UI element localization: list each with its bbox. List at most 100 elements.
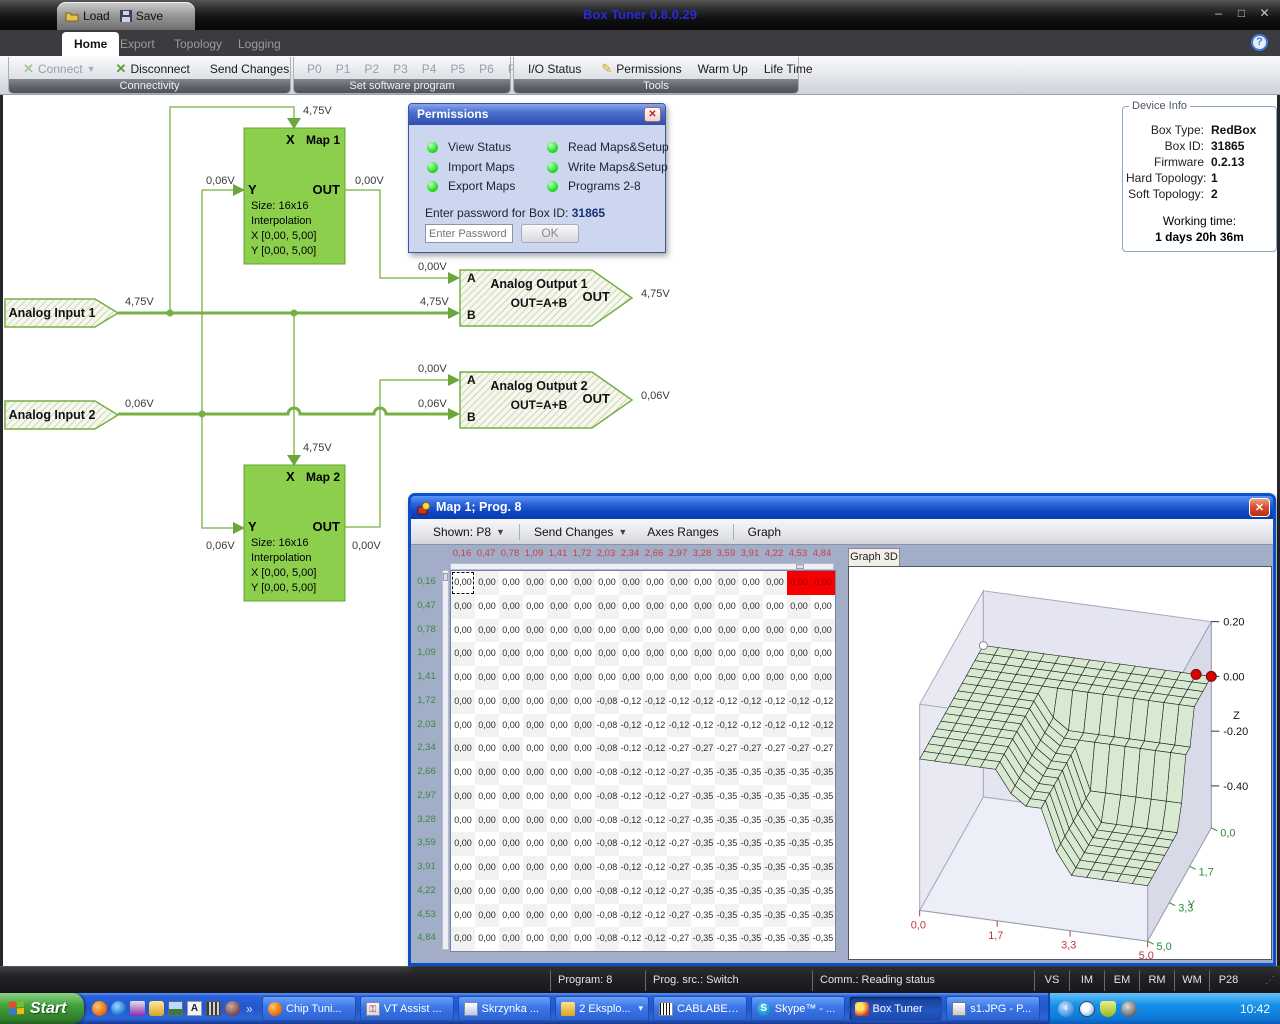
grid-cell[interactable]: 0,00 — [499, 880, 523, 904]
grid-col-header[interactable]: 4,84 — [810, 548, 834, 562]
grid-cell[interactable]: -0,12 — [619, 714, 643, 738]
map2-block[interactable]: X Map 2 Y OUT Size: 16x16 Interpolation … — [244, 465, 345, 601]
graph-3d-panel[interactable]: 0.200.00-0.20-0.40Z0,01,73,35,00,01,73,3… — [848, 566, 1272, 960]
grid-cell[interactable]: 0,00 — [763, 571, 787, 595]
grid-cell[interactable]: -0,35 — [811, 927, 835, 951]
grid-cell[interactable]: -0,12 — [619, 832, 643, 856]
grid-cell[interactable]: -0,12 — [643, 880, 667, 904]
program-button-p5[interactable]: P5 — [443, 62, 472, 76]
grid-col-header[interactable]: 2,03 — [594, 548, 618, 562]
grid-cell[interactable]: 0,00 — [475, 809, 499, 833]
grid-col-header[interactable]: 3,28 — [690, 548, 714, 562]
grid-cell[interactable]: 0,00 — [619, 619, 643, 643]
grid-cell[interactable]: -0,35 — [715, 927, 739, 951]
shield-icon[interactable] — [1100, 1001, 1116, 1017]
grid-cell[interactable]: 0,00 — [619, 642, 643, 666]
phone-icon[interactable] — [130, 1001, 145, 1016]
grid-cell[interactable]: 0,00 — [523, 619, 547, 643]
taskbar-button-image-viewer[interactable]: s1.JPG - P... — [946, 996, 1040, 1021]
grid-cell[interactable]: 0,00 — [475, 690, 499, 714]
grid-cell[interactable]: 0,00 — [571, 785, 595, 809]
help-icon[interactable]: ? — [1251, 34, 1268, 51]
grid-cell[interactable]: 0,00 — [547, 785, 571, 809]
grid-cell[interactable]: 0,00 — [451, 714, 475, 738]
grid-cell[interactable]: 0,00 — [547, 690, 571, 714]
grid-row-header[interactable]: 0,78 — [412, 618, 441, 642]
grid-cell[interactable]: -0,35 — [715, 785, 739, 809]
analog-output-2-block[interactable]: A B Analog Output 2 OUT=A+B OUT — [460, 372, 632, 428]
grid-cell[interactable]: 0,00 — [715, 571, 739, 595]
taskbar-button-mail[interactable]: Skrzynka ... — [458, 996, 552, 1021]
maximize-icon[interactable]: □ — [1234, 6, 1249, 21]
grid-cell[interactable]: 0,00 — [571, 880, 595, 904]
grid-cell[interactable]: 0,00 — [451, 927, 475, 951]
grid-cell[interactable]: -0,27 — [787, 737, 811, 761]
grid-cell[interactable]: -0,12 — [691, 714, 715, 738]
grid-col-header[interactable]: 4,53 — [786, 548, 810, 562]
map-value-grid[interactable]: 0,000,000,000,000,000,000,000,000,000,00… — [450, 570, 836, 952]
grid-cell[interactable]: -0,12 — [811, 714, 835, 738]
firefox-icon[interactable] — [92, 1001, 107, 1016]
grid-cell[interactable]: 0,00 — [451, 571, 475, 595]
grid-cell[interactable]: 0,00 — [475, 904, 499, 928]
grid-cell[interactable]: 0,00 — [475, 619, 499, 643]
grid-row-header[interactable]: 3,28 — [412, 808, 441, 832]
analog-output-1-block[interactable]: A B Analog Output 1 OUT=A+B OUT — [460, 270, 632, 326]
grid-cell[interactable]: -0,35 — [787, 832, 811, 856]
grid-cell[interactable]: 0,00 — [523, 595, 547, 619]
media-player-icon[interactable] — [111, 1001, 126, 1016]
grid-cell[interactable]: -0,35 — [715, 880, 739, 904]
grid-cell[interactable]: 0,00 — [523, 880, 547, 904]
grid-cell[interactable]: 0,00 — [547, 904, 571, 928]
grid-cell[interactable]: -0,08 — [595, 832, 619, 856]
grid-row-header[interactable]: 0,47 — [412, 594, 441, 618]
grid-cell[interactable]: 0,00 — [571, 856, 595, 880]
grid-cell[interactable]: -0,12 — [643, 809, 667, 833]
grid-cell[interactable]: 0,00 — [571, 571, 595, 595]
grid-cell[interactable]: 0,00 — [475, 666, 499, 690]
grid-cell[interactable]: 0,00 — [667, 666, 691, 690]
grid-cell[interactable]: 0,00 — [715, 666, 739, 690]
grid-cell[interactable]: -0,08 — [595, 904, 619, 928]
grid-row-header[interactable]: 1,72 — [412, 689, 441, 713]
grid-cell[interactable]: -0,12 — [787, 714, 811, 738]
axes-ranges-button[interactable]: Axes Ranges — [637, 525, 728, 539]
grid-cell[interactable]: 0,00 — [571, 690, 595, 714]
fonts-icon[interactable] — [187, 1001, 202, 1016]
grid-cell[interactable]: -0,35 — [763, 927, 787, 951]
tab-topology[interactable]: Topology — [162, 32, 234, 56]
grid-cell[interactable]: 0,00 — [691, 642, 715, 666]
tab-export[interactable]: Export — [108, 32, 167, 56]
grid-cell[interactable]: -0,35 — [691, 927, 715, 951]
send-changes-button[interactable]: Send Changes ▼ — [524, 525, 637, 539]
taskbar-button-skype[interactable]: Skype™ - ... — [751, 996, 845, 1021]
grid-cell[interactable]: -0,27 — [667, 856, 691, 880]
grid-cell[interactable]: -0,08 — [595, 737, 619, 761]
program-button-p1[interactable]: P1 — [329, 62, 358, 76]
grid-cell[interactable]: -0,35 — [739, 832, 763, 856]
grid-cell[interactable]: -0,35 — [763, 832, 787, 856]
grid-cell[interactable]: 0,00 — [523, 690, 547, 714]
grid-cell[interactable]: 0,00 — [643, 619, 667, 643]
grid-cell[interactable]: -0,27 — [763, 737, 787, 761]
photo-icon[interactable] — [168, 1001, 183, 1016]
grid-cell[interactable]: 0,00 — [619, 666, 643, 690]
grid-cell[interactable]: -0,35 — [691, 809, 715, 833]
grid-cell[interactable]: -0,35 — [763, 880, 787, 904]
grid-cell[interactable]: 0,00 — [523, 904, 547, 928]
grid-cell[interactable]: 0,00 — [547, 809, 571, 833]
grid-cell[interactable]: 0,00 — [667, 595, 691, 619]
grid-cell[interactable]: 0,00 — [571, 619, 595, 643]
grid-cell[interactable]: 0,00 — [451, 642, 475, 666]
grid-cell[interactable]: 0,00 — [595, 595, 619, 619]
grid-cell[interactable]: -0,12 — [715, 690, 739, 714]
connect-button[interactable]: ✕ Connect ▼ — [15, 61, 104, 77]
resize-grip-icon[interactable]: ⋰ — [1265, 975, 1276, 986]
grid-col-header[interactable]: 0,78 — [498, 548, 522, 562]
grid-cell[interactable]: -0,35 — [739, 761, 763, 785]
grid-cell[interactable]: 0,00 — [499, 619, 523, 643]
grid-cell[interactable]: 0,00 — [523, 714, 547, 738]
grid-cell[interactable]: 0,00 — [643, 642, 667, 666]
grid-cell[interactable]: 0,00 — [451, 785, 475, 809]
grid-col-header[interactable]: 1,09 — [522, 548, 546, 562]
